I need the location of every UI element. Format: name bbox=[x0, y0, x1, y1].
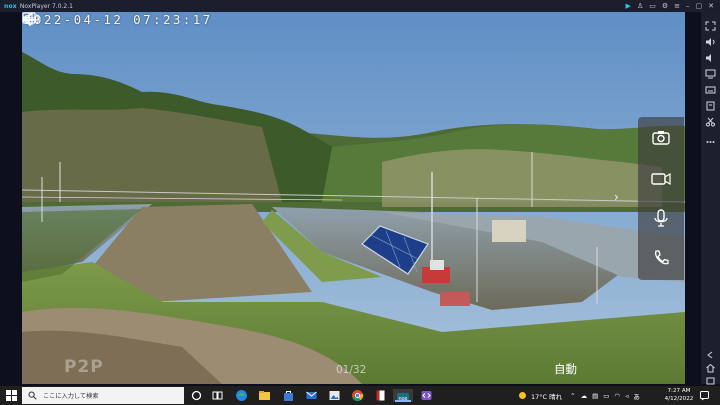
weather-text[interactable]: 17°C 晴れ bbox=[531, 391, 562, 401]
ime-icon[interactable]: あ bbox=[633, 391, 640, 401]
android-recents-icon[interactable] bbox=[705, 371, 716, 385]
emulator-sidebar bbox=[701, 12, 720, 385]
microphone-icon[interactable] bbox=[648, 205, 674, 231]
volume-down-icon[interactable] bbox=[705, 48, 716, 62]
camera-control-panel bbox=[638, 117, 684, 280]
screen-icon[interactable] bbox=[705, 64, 716, 79]
mail-icon[interactable] bbox=[305, 389, 318, 402]
clock-date: 4/12/2022 bbox=[664, 395, 694, 402]
minimize-icon[interactable]: – bbox=[686, 0, 690, 12]
menu-icon[interactable]: ≡ bbox=[674, 0, 680, 12]
more-icon[interactable] bbox=[705, 132, 716, 143]
apk-install-icon[interactable] bbox=[705, 96, 716, 111]
cortana-icon[interactable] bbox=[190, 389, 203, 402]
app-title: NoxPlayer 7.0.2.1 bbox=[19, 2, 73, 10]
document-icon[interactable] bbox=[374, 389, 387, 402]
desktop: nox NoxPlayer 7.0.2.1 ▶ ♙ ▭ ⚙ ≡ – ▢ ✕ 20… bbox=[0, 0, 720, 405]
system-tray: 17°C 晴れ ⌃ ☁ ▤ ▭ ◠ ◃ あ bbox=[518, 386, 640, 405]
android-home-icon[interactable] bbox=[705, 358, 716, 373]
keyboard-icon[interactable] bbox=[705, 80, 716, 94]
camera-scene bbox=[22, 12, 685, 384]
tray-overflow-icon[interactable]: ⌃ bbox=[570, 392, 575, 400]
camera-view[interactable]: 2022-04-12 07:23:17 P2P › 01/32 自動 bbox=[22, 12, 685, 384]
user-icon[interactable]: ♙ bbox=[637, 0, 643, 12]
page-counter: 01/32 bbox=[336, 364, 367, 376]
windows-taskbar: ここに入力して検索 nox 17°C 晴れ ⌃ ☁ ▤ ▭ ◠ ◃ あ 7:27… bbox=[0, 386, 720, 405]
nox-taskbar-button[interactable]: nox bbox=[393, 389, 413, 402]
clock-time: 7:27 AM bbox=[667, 388, 691, 394]
camera-watermark: P2P bbox=[64, 357, 104, 377]
photos-icon[interactable] bbox=[328, 389, 341, 402]
windows-start-icon[interactable] bbox=[6, 390, 17, 401]
volume-icon[interactable]: ◃ bbox=[625, 392, 628, 400]
camera-icon[interactable] bbox=[648, 125, 674, 151]
file-explorer-icon[interactable] bbox=[258, 389, 271, 402]
emulator-titlebar: nox NoxPlayer 7.0.2.1 ▶ ♙ ▭ ⚙ ≡ – ▢ ✕ bbox=[0, 0, 720, 12]
maximize-icon[interactable]: ▢ bbox=[696, 0, 703, 12]
video-camera-icon[interactable] bbox=[648, 165, 674, 191]
task-view-icon[interactable] bbox=[211, 389, 224, 402]
camera-timestamp: 2022-04-12 07:23:17 bbox=[24, 12, 213, 27]
weather-sun-icon bbox=[519, 392, 526, 399]
network-icon[interactable]: ▤ bbox=[592, 392, 598, 400]
chrome-icon[interactable] bbox=[351, 389, 364, 402]
active-indicator bbox=[395, 400, 411, 402]
chevron-right-icon[interactable]: › bbox=[614, 190, 619, 204]
auto-mode-button[interactable]: 自動 bbox=[554, 361, 577, 377]
volume-up-icon[interactable] bbox=[705, 32, 716, 46]
taskbar-search-box[interactable]: ここに入力して検索 bbox=[22, 387, 184, 404]
grid-layout-icon[interactable] bbox=[22, 12, 36, 24]
taskbar-clock[interactable]: 7:27 AM 4/12/2022 bbox=[664, 388, 694, 403]
notification-center-icon[interactable] bbox=[699, 390, 710, 401]
scissors-icon[interactable] bbox=[705, 112, 716, 127]
play-icon[interactable]: ▶ bbox=[626, 0, 631, 12]
phone-icon[interactable] bbox=[648, 245, 674, 271]
close-icon[interactable]: ✕ bbox=[708, 0, 714, 12]
cloud-icon[interactable]: ☁ bbox=[581, 392, 588, 400]
android-back-icon[interactable] bbox=[705, 345, 716, 359]
search-placeholder: ここに入力して検索 bbox=[43, 393, 99, 400]
search-icon bbox=[28, 391, 37, 400]
notification-icon[interactable]: ▭ bbox=[649, 0, 656, 12]
store-icon[interactable] bbox=[282, 389, 295, 402]
wifi-icon[interactable]: ◠ bbox=[614, 392, 620, 400]
edge-browser-icon[interactable] bbox=[235, 389, 248, 402]
battery-icon[interactable]: ▭ bbox=[603, 392, 609, 400]
dev-tool-icon[interactable] bbox=[420, 389, 433, 402]
settings-icon[interactable]: ⚙ bbox=[662, 0, 668, 12]
titlebar-controls: ▶ ♙ ▭ ⚙ ≡ – ▢ ✕ bbox=[626, 0, 714, 12]
nox-logo: nox bbox=[4, 2, 17, 10]
fullscreen-icon[interactable] bbox=[705, 16, 716, 31]
